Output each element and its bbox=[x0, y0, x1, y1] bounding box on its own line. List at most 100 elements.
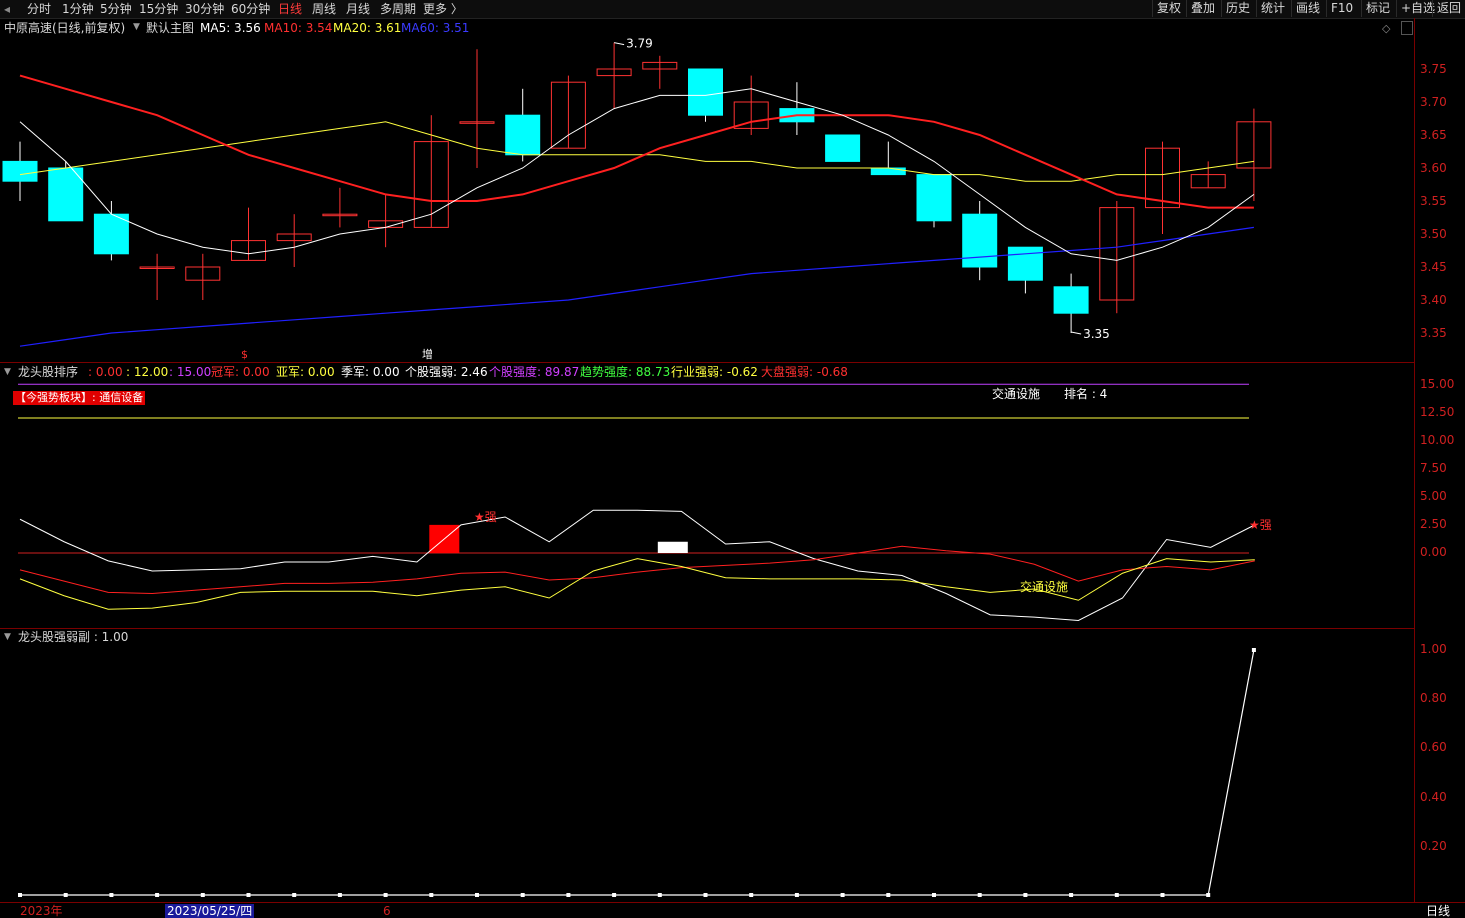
mark-button[interactable]: 标记 bbox=[1361, 0, 1394, 17]
strength-point bbox=[292, 893, 297, 897]
strength-point bbox=[1114, 893, 1119, 897]
y-tick: 3.50 bbox=[1420, 227, 1447, 241]
strength-point bbox=[977, 893, 982, 897]
strength-point bbox=[200, 893, 205, 897]
strength-point bbox=[657, 893, 662, 897]
candle-down bbox=[48, 167, 84, 222]
strength-point bbox=[1251, 648, 1256, 652]
tab-30min[interactable]: 30分钟 bbox=[185, 1, 224, 17]
y-tick: 3.35 bbox=[1420, 326, 1447, 340]
ma20-label: MA20: 3.61 bbox=[333, 21, 402, 35]
strength-point bbox=[429, 893, 434, 897]
event-mark[interactable]: $ bbox=[241, 348, 248, 362]
candle-down bbox=[505, 114, 541, 156]
y-tick: 7.50 bbox=[1420, 461, 1447, 475]
event-mark[interactable]: 增 bbox=[422, 348, 433, 362]
candle-down bbox=[870, 167, 906, 176]
strength-point bbox=[337, 893, 342, 897]
y-tick: 3.55 bbox=[1420, 194, 1447, 208]
month-label: 6 bbox=[383, 904, 391, 918]
panel-menu-icon[interactable] bbox=[1401, 21, 1413, 35]
curve-industry-label: 交通设施 bbox=[1020, 579, 1068, 594]
candle-down bbox=[916, 174, 952, 222]
ma10-label: MA10: 3.54 bbox=[264, 21, 333, 35]
ma60-label: MA60: 3.51 bbox=[401, 21, 470, 35]
y-tick: 1.00 bbox=[1420, 642, 1447, 656]
leader-ranking-chart: ★强 ★强交通设施 bbox=[18, 383, 1272, 622]
year-label: 2023年 bbox=[20, 904, 63, 918]
leader-strength-chart bbox=[18, 648, 1256, 897]
ma5-label: MA5: 3.56 bbox=[200, 21, 261, 35]
y-tick: 0.40 bbox=[1420, 790, 1447, 804]
y-tick: 3.45 bbox=[1420, 260, 1447, 274]
strength-point bbox=[1023, 893, 1028, 897]
y-tick: 0.00 bbox=[1420, 545, 1447, 559]
tab-weekly[interactable]: 周线 bbox=[312, 1, 336, 17]
strength-point bbox=[18, 893, 22, 897]
draw-line-button[interactable]: 画线 bbox=[1291, 0, 1324, 17]
stock-title: 中原高速(日线,前复权) bbox=[4, 21, 126, 35]
history-button[interactable]: 历史 bbox=[1221, 0, 1254, 17]
high-price-label: 3.79 bbox=[626, 37, 653, 51]
strength-point bbox=[109, 893, 114, 897]
strength-point bbox=[840, 893, 845, 897]
statistics-button[interactable]: 统计 bbox=[1256, 0, 1289, 17]
y-tick: 2.50 bbox=[1420, 517, 1447, 531]
tab-60min[interactable]: 60分钟 bbox=[231, 1, 270, 17]
strength-line bbox=[20, 649, 1255, 896]
low-pointer bbox=[1071, 331, 1082, 335]
candle-down bbox=[2, 160, 38, 182]
tab-intraday[interactable]: 分时 bbox=[27, 1, 51, 17]
strength-point bbox=[520, 893, 525, 897]
y-tick: 0.60 bbox=[1420, 740, 1447, 754]
tab-more[interactable]: 更多 〉 bbox=[423, 1, 463, 17]
strength-point bbox=[886, 893, 891, 897]
back-arrow-icon[interactable]: ◂ bbox=[4, 1, 10, 17]
strength-point bbox=[612, 893, 617, 897]
strength-point bbox=[566, 893, 571, 897]
strength-point bbox=[475, 893, 479, 897]
f10-button[interactable]: F10 bbox=[1326, 0, 1357, 17]
high-pointer bbox=[614, 42, 625, 46]
strength-point bbox=[1206, 893, 1211, 897]
ma10-line bbox=[19, 74, 1254, 209]
chevron-down-icon[interactable]: ▼ bbox=[133, 22, 140, 32]
y-tick: 0.20 bbox=[1420, 839, 1447, 853]
signal-bar bbox=[657, 541, 688, 553]
y-tick: 3.65 bbox=[1420, 128, 1447, 142]
y-tick: 3.75 bbox=[1420, 62, 1447, 76]
overlay-button[interactable]: 叠加 bbox=[1186, 0, 1219, 17]
date-axis: 2023年 2023/05/25/四 6 日线 bbox=[0, 902, 1465, 918]
tab-daily[interactable]: 日线 bbox=[278, 1, 302, 17]
strength-point bbox=[932, 893, 936, 897]
low-price-label: 3.35 bbox=[1083, 327, 1110, 341]
period-label[interactable]: 日线 bbox=[1426, 904, 1450, 918]
y-tick: 5.00 bbox=[1420, 489, 1447, 503]
y-tick: 0.80 bbox=[1420, 691, 1447, 705]
tab-1min[interactable]: 1分钟 bbox=[62, 1, 94, 17]
diamond-icon[interactable]: ◇ bbox=[1382, 22, 1390, 36]
candle-down bbox=[1007, 246, 1043, 281]
y-tick: 10.00 bbox=[1420, 433, 1455, 447]
date-cursor: 2023/05/25/四 bbox=[165, 904, 255, 918]
y-tick: 3.70 bbox=[1420, 95, 1447, 109]
strength-point bbox=[246, 893, 251, 897]
candlestick-chart: 3.79 3.35 bbox=[2, 37, 1272, 347]
return-button[interactable]: 返回 bbox=[1432, 0, 1465, 17]
candle-down bbox=[93, 213, 129, 255]
y-tick: 15.00 bbox=[1420, 377, 1455, 391]
tab-monthly[interactable]: 月线 bbox=[346, 1, 370, 17]
strength-point bbox=[794, 893, 799, 897]
main-chart-label[interactable]: 默认主图 bbox=[146, 21, 194, 35]
strong-star-label: ★强 bbox=[474, 510, 497, 524]
candle-down bbox=[1053, 286, 1089, 314]
y-tick: 3.40 bbox=[1420, 293, 1447, 307]
tab-5min[interactable]: 5分钟 bbox=[100, 1, 132, 17]
indicator-line-white bbox=[19, 509, 1256, 622]
tab-15min[interactable]: 15分钟 bbox=[139, 1, 178, 17]
ma20-line bbox=[19, 121, 1254, 182]
strength-point bbox=[703, 893, 708, 897]
tab-multi-period[interactable]: 多周期 bbox=[380, 1, 416, 17]
period-toolbar: ◂ 分时 1分钟 5分钟 15分钟 30分钟 60分钟 日线 周线 月线 多周期… bbox=[0, 0, 1465, 19]
adjust-button[interactable]: 复权 bbox=[1152, 0, 1185, 17]
